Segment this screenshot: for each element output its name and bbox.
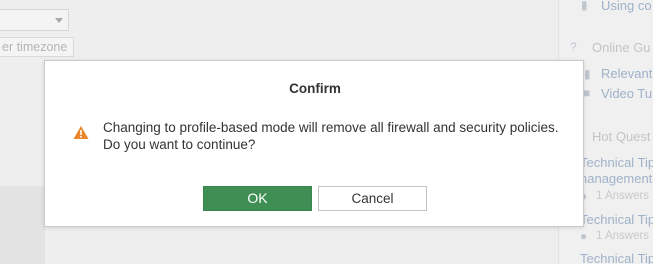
chevron-down-icon — [55, 18, 63, 23]
cancel-button[interactable]: Cancel — [318, 186, 427, 211]
question-title: Technical Tip — [580, 251, 653, 264]
question-title: Technical Tip — [580, 212, 653, 227]
sidebar-link-using: Using co — [601, 0, 652, 13]
book-icon: ▮ — [584, 67, 591, 81]
answers-count: 1 Answers — [596, 190, 650, 202]
dialog-message: Changing to profile-based mode will remo… — [103, 119, 573, 153]
timezone-button: er timezone — [0, 37, 74, 57]
book-icon: ▮ — [581, 0, 588, 12]
answers-count: 1 Answers — [596, 230, 650, 242]
warning-icon — [73, 126, 89, 139]
dialog-message-line: Changing to profile-based mode will remo… — [103, 120, 559, 135]
sidebar-link-video: Video Tu — [601, 86, 653, 101]
online-guides-heading: Online Gu — [592, 40, 651, 55]
help-circle-icon: ? — [570, 40, 577, 54]
dialog-title: Confirm — [289, 81, 341, 96]
background-dropdown — [0, 9, 69, 31]
question-title: Technical Tip — [580, 155, 653, 170]
confirm-dialog: Confirm Changing to profile-based mode w… — [44, 60, 584, 227]
hot-questions-heading: Hot Quest — [592, 129, 651, 144]
sidebar-link-relevant: Relevant — [601, 66, 653, 81]
ok-button[interactable]: OK — [203, 186, 312, 211]
background-band — [0, 186, 45, 264]
dialog-message-line: Do you want to continue? — [103, 137, 256, 152]
comment-icon: ● — [580, 229, 588, 243]
question-title-continued: nanagement — [580, 171, 653, 186]
